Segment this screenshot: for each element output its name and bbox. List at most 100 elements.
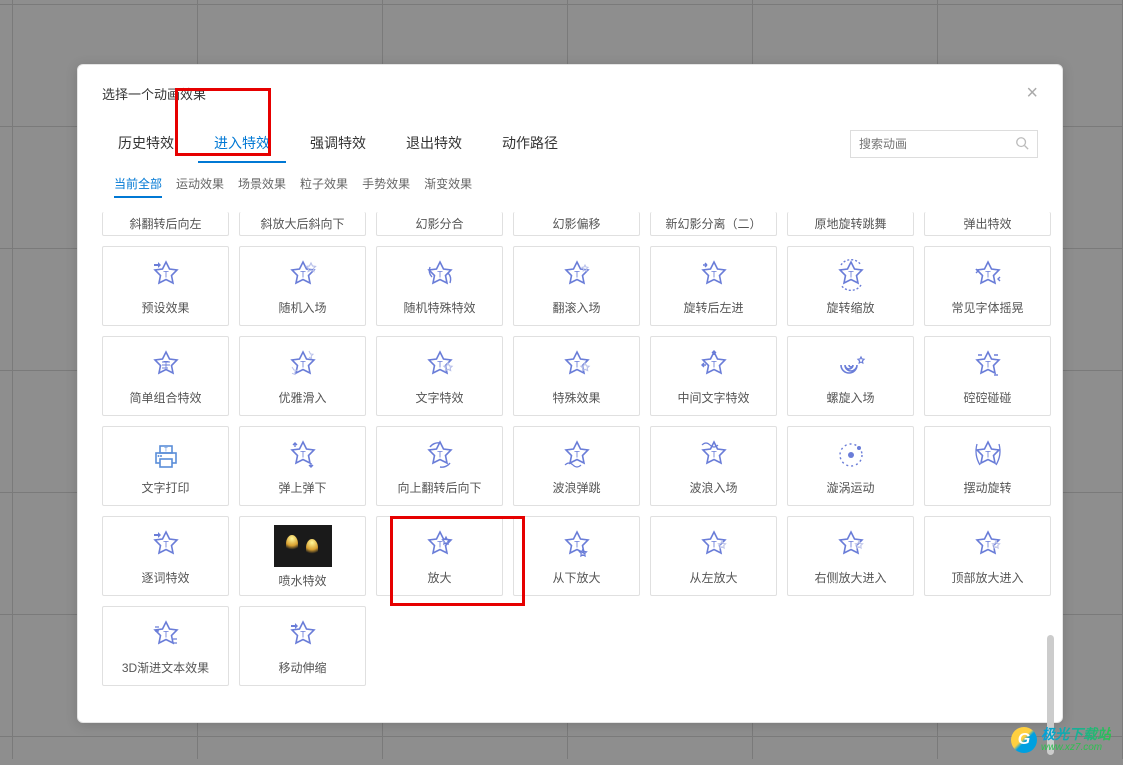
effect-star-icon: T — [148, 437, 184, 473]
scrollbar[interactable] — [1046, 265, 1054, 765]
svg-text:T: T — [711, 359, 717, 369]
effect-label: 右侧放大进入 — [814, 569, 886, 586]
effect-star-icon: T — [970, 257, 1006, 293]
effect-star-icon: T — [285, 257, 321, 293]
effect-label: 简单组合特效 — [129, 389, 201, 406]
effect-label: 硿硿碰碰 — [963, 389, 1011, 406]
effect-label: 逐词特效 — [141, 569, 189, 586]
effect-item[interactable]: 幻影分合 — [376, 212, 503, 236]
effect-item[interactable]: T 简单组合特效 — [102, 336, 229, 416]
effect-label: 从左放大 — [689, 569, 737, 586]
effect-item[interactable]: T随机特殊特效 — [376, 246, 503, 326]
tab-path[interactable]: 动作路径 — [486, 125, 574, 163]
effect-star-icon: T — [285, 617, 321, 653]
effect-star-icon: T — [696, 527, 732, 563]
effect-item[interactable]: 螺旋入场 — [787, 336, 914, 416]
svg-text:T: T — [163, 269, 169, 279]
effect-item[interactable]: T 常见字体摇晃 — [924, 246, 1051, 326]
effect-star-icon: T — [559, 257, 595, 293]
effect-item[interactable]: T 从左放大 — [650, 516, 777, 596]
effect-label: 幻影偏移 — [552, 215, 600, 232]
effect-star-icon: T — [148, 347, 184, 383]
effect-label: 弹出特效 — [963, 215, 1011, 232]
effect-item[interactable]: 幻影偏移 — [513, 212, 640, 236]
effects-grid: 斜翻转后向左 斜放大后斜向下 幻影分合 幻影偏移 新幻影分离（二） 原地旋转跳舞 弹出特效 T… — [102, 212, 1038, 686]
search-icon[interactable] — [1015, 136, 1029, 153]
effect-item[interactable]: T向上翻转后向下 — [376, 426, 503, 506]
watermark-logo-icon: G — [1011, 727, 1037, 753]
svg-text:T: T — [848, 539, 854, 549]
effect-item[interactable]: 原地旋转跳舞 — [787, 212, 914, 236]
effect-item[interactable]: T 翻滚入场 — [513, 246, 640, 326]
effect-item[interactable]: T文字特效 — [376, 336, 503, 416]
effect-label: 旋转后左进 — [683, 299, 743, 316]
watermark: G 极光下载站 www.xz7.com — [1011, 727, 1111, 753]
effect-item[interactable]: T波浪入场 — [650, 426, 777, 506]
effect-label: 翻滚入场 — [552, 299, 600, 316]
effect-label: 斜放大后斜向下 — [260, 215, 344, 232]
effect-item[interactable]: 弹出特效 — [924, 212, 1051, 236]
effect-star-icon: T — [970, 527, 1006, 563]
effect-item[interactable]: T放大 — [376, 516, 503, 596]
search-wrap — [850, 130, 1038, 158]
search-input[interactable] — [859, 137, 1015, 151]
effect-item[interactable]: T 旋转缩放 — [787, 246, 914, 326]
effect-label: 弹上弹下 — [278, 479, 326, 496]
effect-star-icon: T — [833, 257, 869, 293]
effect-item[interactable]: T 预设效果 — [102, 246, 229, 326]
watermark-url: www.xz7.com — [1041, 742, 1111, 753]
effect-item[interactable]: T 弹上弹下 — [239, 426, 366, 506]
effect-item[interactable]: T顶部放大进入 — [924, 516, 1051, 596]
subtab-gradient[interactable]: 渐变效果 — [424, 175, 472, 198]
tab-enter[interactable]: 进入特效 — [198, 125, 286, 163]
effect-item[interactable]: T波浪弹跳 — [513, 426, 640, 506]
tab-exit[interactable]: 退出特效 — [390, 125, 478, 163]
subtab-scene[interactable]: 场景效果 — [238, 175, 286, 198]
effect-item[interactable]: T3D渐进文本效果 — [102, 606, 229, 686]
tab-emphasis[interactable]: 强调特效 — [294, 125, 382, 163]
effect-item[interactable]: T移动伸缩 — [239, 606, 366, 686]
effect-star-icon: T — [833, 527, 869, 563]
effect-item[interactable]: T逐词特效 — [102, 516, 229, 596]
effect-item[interactable]: 喷水特效 — [239, 516, 366, 596]
effect-star-icon: T — [148, 617, 184, 653]
svg-text:T: T — [437, 449, 443, 459]
effect-item[interactable]: T硿硿碰碰 — [924, 336, 1051, 416]
tab-history[interactable]: 历史特效 — [102, 125, 190, 163]
effect-item[interactable]: T随机入场 — [239, 246, 366, 326]
effect-item[interactable]: T文字打印 — [102, 426, 229, 506]
svg-text:T: T — [164, 447, 168, 453]
effect-star-icon: T — [285, 437, 321, 473]
effect-label: 从下放大 — [552, 569, 600, 586]
effect-item[interactable]: T从下放大 — [513, 516, 640, 596]
sub-tabs: 当前全部 运动效果 场景效果 粒子效果 手势效果 渐变效果 — [78, 163, 1062, 206]
effect-item[interactable]: T 旋转后左进 — [650, 246, 777, 326]
subtab-all[interactable]: 当前全部 — [114, 175, 162, 198]
effects-area: 斜翻转后向左 斜放大后斜向下 幻影分合 幻影偏移 新幻影分离（二） 原地旋转跳舞 弹出特效 T… — [78, 206, 1062, 722]
effect-star-icon: T — [559, 347, 595, 383]
effect-label: 旋转缩放 — [826, 299, 874, 316]
effect-item[interactable]: 新幻影分离（二） — [650, 212, 777, 236]
close-icon[interactable]: × — [1026, 83, 1038, 103]
effect-star-icon: T — [696, 257, 732, 293]
subtab-gesture[interactable]: 手势效果 — [362, 175, 410, 198]
effect-item[interactable]: T特殊效果 — [513, 336, 640, 416]
effect-item[interactable]: 斜放大后斜向下 — [239, 212, 366, 236]
effect-star-icon — [833, 347, 869, 383]
effect-star-icon: T — [285, 347, 321, 383]
effect-item[interactable]: T中间文字特效 — [650, 336, 777, 416]
effect-label: 优雅滑入 — [278, 389, 326, 406]
effect-label: 常见字体摇晃 — [951, 299, 1023, 316]
subtab-particle[interactable]: 粒子效果 — [300, 175, 348, 198]
effect-star-icon — [833, 437, 869, 473]
effect-label: 预设效果 — [141, 299, 189, 316]
dialog-header: 选择一个动画效果 × — [78, 65, 1062, 111]
effect-item[interactable]: T摆动旋转 — [924, 426, 1051, 506]
subtab-motion[interactable]: 运动效果 — [176, 175, 224, 198]
effect-item[interactable]: T 右侧放大进入 — [787, 516, 914, 596]
effect-item[interactable]: T 优雅滑入 — [239, 336, 366, 416]
effect-item[interactable]: 漩涡运动 — [787, 426, 914, 506]
effect-star-icon: T — [559, 437, 595, 473]
effect-item[interactable]: 斜翻转后向左 — [102, 212, 229, 236]
effect-label: 原地旋转跳舞 — [814, 215, 886, 232]
